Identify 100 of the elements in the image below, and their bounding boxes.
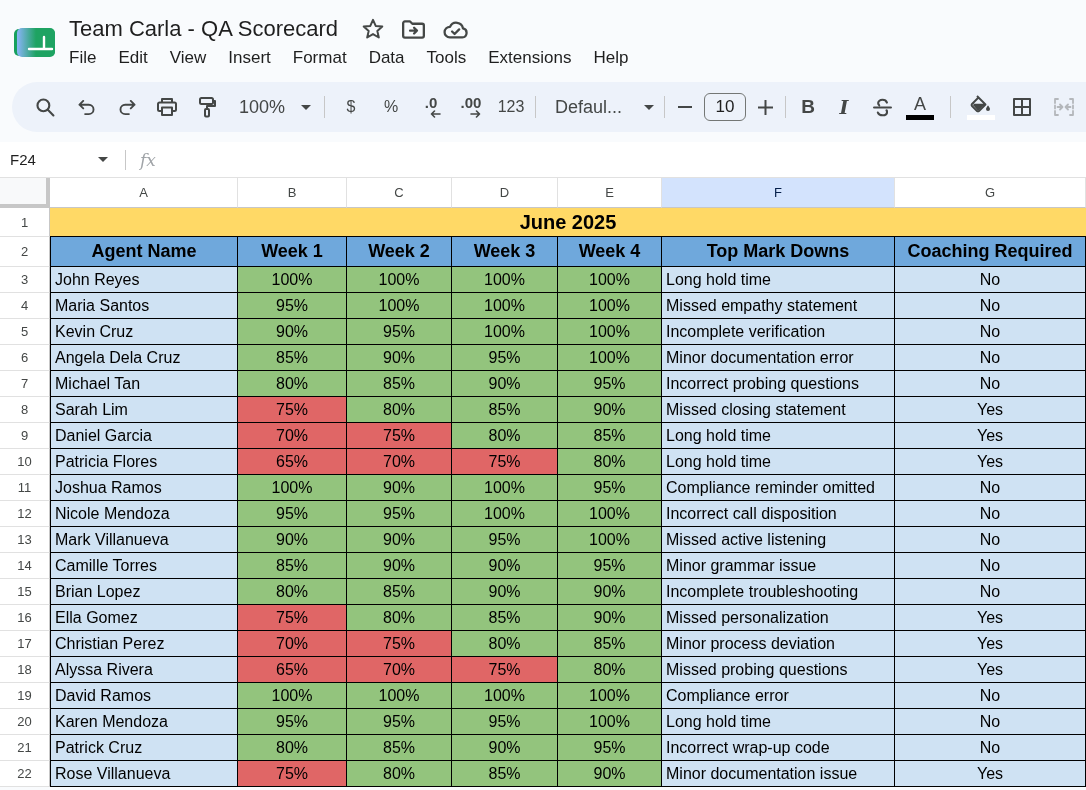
redo-icon[interactable] — [118, 99, 136, 115]
spreadsheet-logo-icon[interactable] — [14, 28, 55, 57]
menu-item[interactable]: View — [169, 48, 207, 68]
row-header[interactable]: 13 — [0, 527, 50, 553]
table-cell: Minor process deviation — [662, 631, 895, 657]
row-header[interactable]: 11 — [0, 475, 50, 501]
number-format-button[interactable]: 123 — [491, 91, 531, 123]
table-cell: Incomplete troubleshooting — [662, 579, 895, 605]
table-cell: Brian Lopez — [50, 579, 238, 605]
table-cell: 85% — [452, 397, 558, 423]
row-header[interactable]: 4 — [0, 293, 50, 319]
table-cell: No — [895, 371, 1086, 397]
row-header[interactable]: 1 — [0, 208, 50, 237]
percent-button[interactable]: % — [371, 91, 411, 123]
borders-icon[interactable] — [1013, 98, 1031, 116]
column-header[interactable]: G — [895, 178, 1086, 208]
menu-item[interactable]: Format — [292, 48, 347, 68]
zoom-select[interactable]: 100% — [227, 91, 319, 123]
row-header[interactable]: 9 — [0, 423, 50, 449]
bold-button[interactable]: B — [790, 91, 826, 123]
menu-item[interactable]: Insert — [228, 48, 271, 68]
table-cell: 75% — [238, 761, 347, 787]
table-cell: 95% — [347, 501, 452, 527]
table-cell: 70% — [238, 423, 347, 449]
table-cell: Compliance error — [662, 683, 895, 709]
column-header[interactable]: A — [50, 178, 238, 208]
paint-roller-icon[interactable] — [198, 96, 216, 118]
print-icon[interactable] — [157, 98, 177, 116]
row-header[interactable]: 18 — [0, 657, 50, 683]
cloud-check-icon[interactable] — [443, 19, 468, 39]
menu-item[interactable]: Edit — [118, 48, 148, 68]
row-header[interactable]: 7 — [0, 371, 50, 397]
search-icon[interactable] — [35, 97, 55, 117]
row-header[interactable]: 2 — [0, 237, 50, 267]
table-cell: 90% — [452, 579, 558, 605]
table-cell: Mark Villanueva — [50, 527, 238, 553]
document-title[interactable]: Team Carla - QA Scorecard — [69, 16, 338, 42]
font-size-field[interactable]: 10 — [704, 93, 746, 121]
plus-icon[interactable] — [757, 99, 773, 115]
table-cell: 95% — [452, 345, 558, 371]
row-header[interactable]: 17 — [0, 631, 50, 657]
row-header[interactable]: 15 — [0, 579, 50, 605]
name-box[interactable]: F24 — [0, 144, 113, 175]
table-cell: 100% — [452, 293, 558, 319]
table-cell: Patrick Cruz — [50, 735, 238, 761]
row-header[interactable]: 5 — [0, 319, 50, 345]
row-header[interactable]: 6 — [0, 345, 50, 371]
fill-bucket-icon[interactable] — [967, 94, 995, 120]
table-cell: 90% — [558, 605, 662, 631]
table-cell: Christian Perez — [50, 631, 238, 657]
table-cell: 100% — [558, 501, 662, 527]
menu-item[interactable]: File — [69, 48, 97, 68]
row-header[interactable]: 22 — [0, 761, 50, 787]
table-cell: Long hold time — [662, 423, 895, 449]
currency-button[interactable]: $ — [331, 91, 371, 123]
table-cell: 90% — [452, 735, 558, 761]
menu-item[interactable]: Extensions — [488, 48, 572, 68]
table-cell: Minor grammar issue — [662, 553, 895, 579]
menu-item[interactable]: Data — [368, 48, 405, 68]
color-bar-icon — [906, 114, 934, 120]
table-cell: 95% — [347, 319, 452, 345]
row-header[interactable]: 16 — [0, 605, 50, 631]
table-cell: Yes — [895, 657, 1086, 683]
table-cell: 95% — [452, 709, 558, 735]
row-header[interactable]: 19 — [0, 683, 50, 709]
row-header[interactable]: 14 — [0, 553, 50, 579]
menu-item[interactable]: Help — [593, 48, 629, 68]
table-cell: Yes — [895, 423, 1086, 449]
column-header[interactable]: E — [558, 178, 662, 208]
font-select[interactable]: Defaul... — [542, 91, 662, 123]
table-cell: 90% — [558, 579, 662, 605]
table-cell: 80% — [347, 397, 452, 423]
column-header[interactable]: B — [238, 178, 347, 208]
row-header[interactable]: 8 — [0, 397, 50, 423]
table-cell: 100% — [558, 683, 662, 709]
undo-icon[interactable] — [77, 99, 95, 115]
row-header[interactable]: 20 — [0, 709, 50, 735]
row-header[interactable]: 3 — [0, 267, 50, 293]
table-cell: Joshua Ramos — [50, 475, 238, 501]
increase-decimal-button[interactable]: .00 — [451, 91, 491, 123]
row-header[interactable]: 10 — [0, 449, 50, 475]
folder-arrow-icon[interactable] — [402, 19, 425, 39]
decrease-decimal-button[interactable]: .0 — [411, 91, 451, 123]
table-cell: Yes — [895, 605, 1086, 631]
strikethrough-icon[interactable] — [872, 97, 892, 117]
table-cell: No — [895, 293, 1086, 319]
table-cell: Missed personalization — [662, 605, 895, 631]
row-header[interactable]: 21 — [0, 735, 50, 761]
table-cell: Sarah Lim — [50, 397, 238, 423]
text-color-button[interactable]: A — [902, 89, 938, 125]
header-cell: Agent Name — [50, 237, 238, 267]
column-header[interactable]: D — [452, 178, 558, 208]
table-cell: 95% — [558, 553, 662, 579]
row-header[interactable]: 12 — [0, 501, 50, 527]
menu-item[interactable]: Tools — [426, 48, 467, 68]
italic-button[interactable]: I — [826, 91, 862, 123]
column-header[interactable]: F — [662, 178, 895, 208]
column-header[interactable]: C — [347, 178, 452, 208]
star-icon[interactable] — [362, 18, 384, 40]
table-cell: 85% — [558, 423, 662, 449]
